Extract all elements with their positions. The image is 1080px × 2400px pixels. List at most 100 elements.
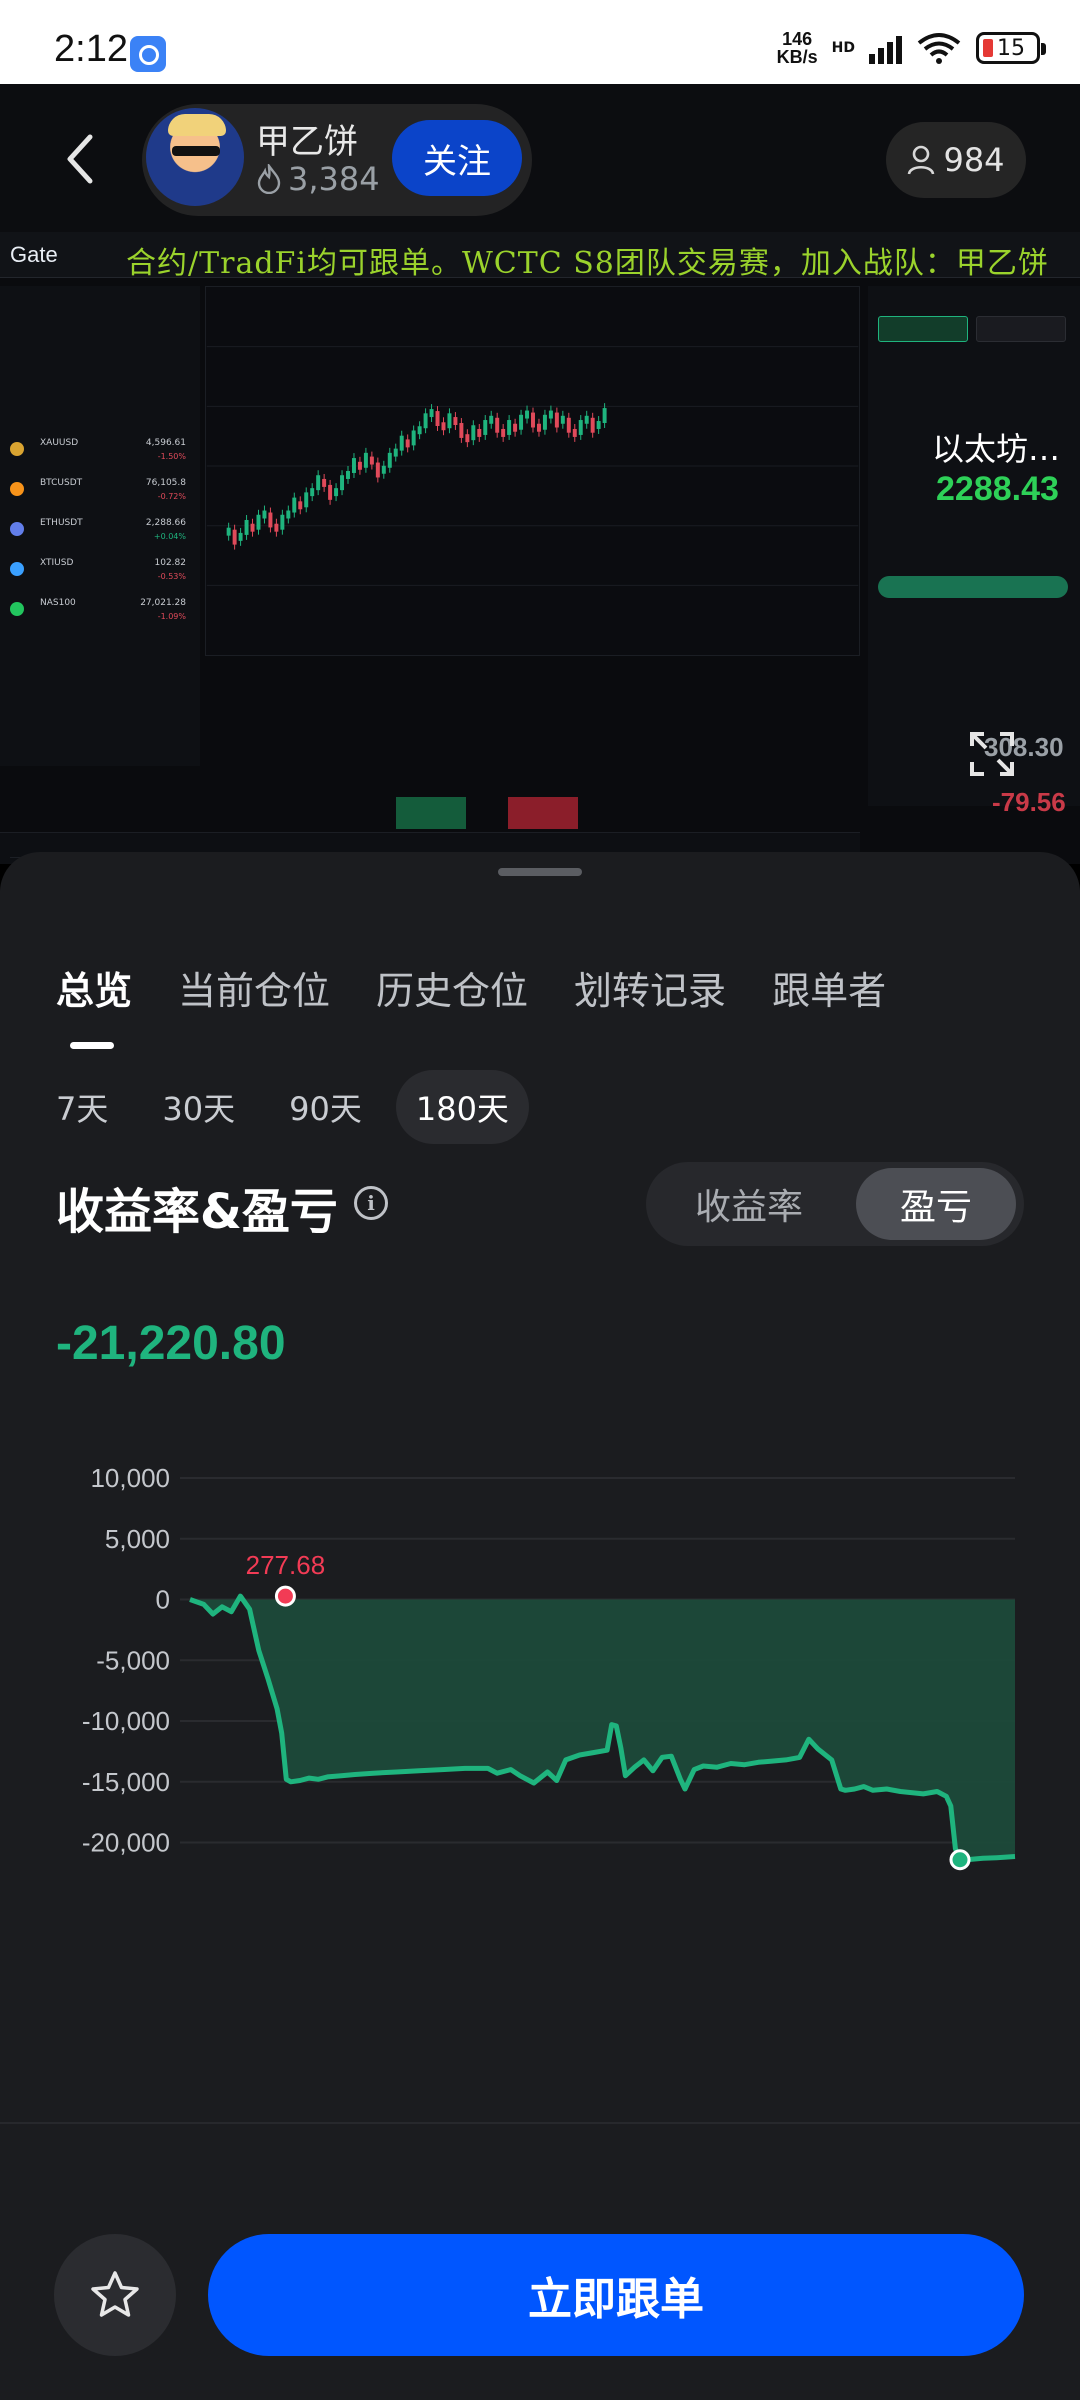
- candle: [465, 429, 470, 448]
- detail-tabs: 总览 当前仓位 历史仓位 划转记录 跟单者: [56, 960, 886, 1049]
- buy-tab: [878, 316, 968, 342]
- candle: [286, 505, 291, 524]
- candle: [316, 470, 321, 496]
- max-point-label: 277.68: [246, 1550, 326, 1580]
- candle: [554, 407, 559, 433]
- candle: [596, 416, 601, 434]
- tab-history-positions[interactable]: 历史仓位: [376, 960, 528, 1015]
- candle: [298, 496, 303, 515]
- watchlist-change: +0.04%: [153, 532, 186, 541]
- candle: [519, 409, 524, 435]
- toggle-pnl[interactable]: 盈亏: [856, 1168, 1016, 1240]
- network-speed-value: 146: [782, 29, 813, 49]
- period-selector: 7天 30天 90天 180天: [36, 1070, 529, 1144]
- candle: [238, 527, 243, 546]
- coin-icon: [10, 562, 24, 576]
- candle: [244, 515, 249, 540]
- follow-now-button[interactable]: 立即跟单: [208, 2234, 1024, 2356]
- eth-ticker-label: 以太坊…: [932, 430, 1061, 468]
- candle: [417, 421, 422, 440]
- host-card[interactable]: 甲乙饼 3,384 关注: [142, 104, 532, 216]
- sheet-drag-handle[interactable]: [498, 868, 582, 876]
- y-tick-label: -25,000: [82, 1888, 170, 1892]
- flame-icon: [257, 164, 281, 194]
- coin-icon: [10, 482, 24, 496]
- order-panel: [868, 286, 1080, 806]
- candle: [292, 492, 297, 518]
- candle: [322, 473, 327, 492]
- watchlist-change: -0.53%: [157, 572, 186, 581]
- period-90d[interactable]: 90天: [269, 1070, 382, 1144]
- signal-icon: [869, 32, 902, 64]
- candle: [525, 405, 530, 424]
- viewer-count-badge[interactable]: 984: [886, 122, 1026, 198]
- network-speed: 146 KB/s: [777, 30, 818, 66]
- status-bar: 2:12 146 KB/s HD 15: [0, 0, 1080, 84]
- min-point-marker: [949, 1849, 971, 1871]
- candle: [566, 412, 571, 438]
- candle: [459, 418, 464, 443]
- candle: [572, 424, 577, 442]
- watchlist-symbol: NAS100: [40, 598, 76, 608]
- watchlist-row: XTIUSD 102.82 -0.53%: [10, 556, 190, 596]
- candle: [232, 524, 237, 550]
- side-change: -79.56: [992, 787, 1066, 817]
- watchlist-row: ETHUSDT 2,288.66 +0.04%: [10, 516, 190, 556]
- watchlist-price: 27,021.28: [140, 598, 186, 608]
- network-speed-unit: KB/s: [776, 47, 818, 67]
- fullscreen-icon[interactable]: [968, 730, 1016, 778]
- candle: [250, 518, 255, 537]
- tab-followers[interactable]: 跟单者: [772, 960, 886, 1015]
- host-fans-count: 3,384: [288, 160, 380, 198]
- candle: [268, 507, 273, 533]
- sell-button-mini: [508, 797, 578, 829]
- candle: [256, 509, 261, 535]
- total-pnl-value: -21,220.80: [56, 1317, 286, 1370]
- y-tick-label: 5,000: [105, 1524, 170, 1554]
- candle: [328, 479, 333, 505]
- candle: [536, 418, 541, 437]
- tab-current-positions[interactable]: 当前仓位: [178, 960, 330, 1015]
- metric-toggle: 收益率 盈亏: [646, 1162, 1024, 1246]
- tab-transfer-records[interactable]: 划转记录: [574, 960, 726, 1015]
- wifi-icon: [917, 33, 961, 64]
- max-point-marker: [274, 1585, 296, 1607]
- period-180d[interactable]: 180天: [395, 1070, 529, 1144]
- host-avatar[interactable]: [146, 108, 244, 206]
- watchlist-row: XAUUSD 4,596.61 -1.50%: [10, 436, 190, 476]
- live-stream-area[interactable]: 甲乙饼 3,384 关注 984 Gate 合约/TradFi均可跟单。WCTC…: [0, 84, 1080, 864]
- candle: [405, 434, 410, 453]
- candle: [441, 417, 446, 436]
- period-7d[interactable]: 7天: [36, 1070, 128, 1144]
- back-arrow-icon[interactable]: [60, 129, 100, 189]
- info-icon[interactable]: i: [354, 1186, 388, 1220]
- period-30d[interactable]: 30天: [142, 1070, 255, 1144]
- battery-level: 15: [997, 35, 1025, 61]
- watchlist-symbol: XAUUSD: [40, 438, 79, 448]
- pnl-chart: 10,000 5,000 0 -5,000 -10,000 -15,000 -20,000 -…: [82, 1463, 1016, 1892]
- y-tick-label: 0: [156, 1585, 170, 1615]
- watchlist-price: 76,105.8: [145, 478, 186, 488]
- y-tick-label: -20,000: [82, 1828, 170, 1858]
- candle: [375, 457, 380, 483]
- host-name: 甲乙饼: [256, 122, 358, 162]
- tab-overview[interactable]: 总览: [56, 960, 132, 1049]
- eth-ticker-price: 2288.43: [936, 470, 1059, 508]
- candle: [602, 403, 607, 428]
- candle: [531, 407, 535, 433]
- toggle-return-rate[interactable]: 收益率: [654, 1168, 844, 1240]
- viewer-count: 984: [943, 141, 1005, 179]
- terminal-topbar: Gate 合约/TradFi均可跟单。WCTC S8团队交易赛，加入战队：甲乙饼: [0, 232, 1080, 281]
- app-notification-icon: [130, 36, 166, 72]
- candle: [495, 412, 500, 438]
- coin-icon: [10, 602, 24, 616]
- candle: [423, 408, 428, 434]
- candle: [346, 466, 350, 484]
- watchlist-price: 102.82: [154, 558, 187, 568]
- candle: [274, 518, 279, 537]
- y-tick-label: 10,000: [90, 1463, 170, 1493]
- follow-button[interactable]: 关注: [392, 120, 522, 196]
- battery-icon: 15: [976, 32, 1046, 64]
- favorite-button[interactable]: [54, 2234, 176, 2356]
- candle: [363, 447, 368, 473]
